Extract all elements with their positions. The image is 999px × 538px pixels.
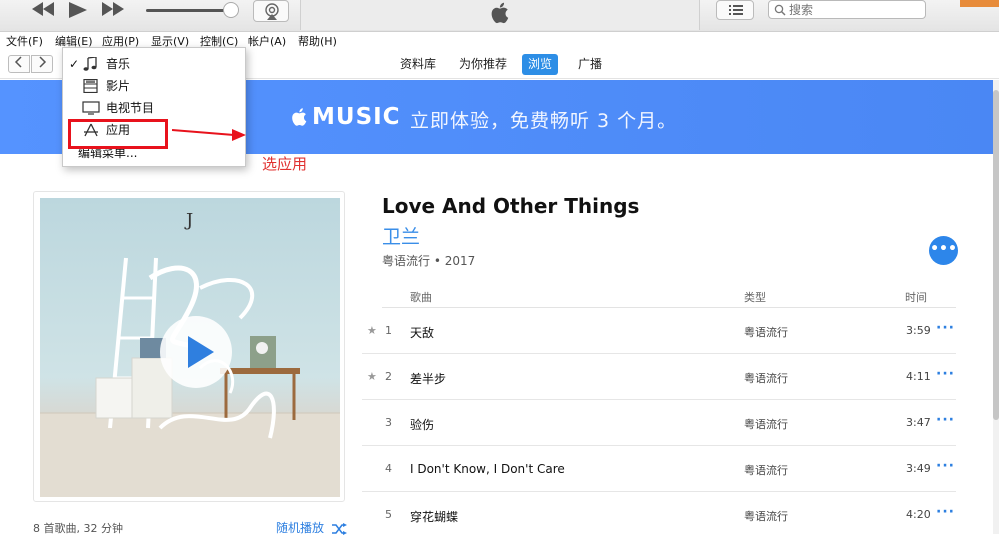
- dropdown-label-movies: 影片: [106, 79, 131, 93]
- scrollbar-thumb[interactable]: [993, 90, 999, 420]
- highlight-box: [68, 119, 168, 149]
- play-button[interactable]: [160, 316, 232, 388]
- shuffle-button[interactable]: 随机播放: [276, 519, 347, 536]
- track-genre: 粤语流行: [744, 326, 788, 339]
- album-artwork[interactable]: J: [40, 198, 340, 497]
- airplay-button[interactable]: [253, 0, 289, 22]
- menu-account[interactable]: 帐户(A): [248, 33, 286, 49]
- tab-radio[interactable]: 广播: [572, 54, 608, 75]
- star-icon[interactable]: ★: [367, 324, 377, 337]
- star-icon[interactable]: ★: [367, 370, 377, 383]
- banner-text: 立即体验，免费畅听 3 个月。: [410, 110, 678, 132]
- artist-link[interactable]: 卫兰: [382, 222, 420, 249]
- chevron-left-icon: [14, 56, 22, 68]
- track-more-icon[interactable]: ···: [936, 366, 955, 382]
- track-genre: 粤语流行: [744, 464, 788, 477]
- menu-file[interactable]: 文件(F): [6, 33, 43, 49]
- track-number: 4: [385, 462, 392, 475]
- window-control-strip[interactable]: [960, 0, 999, 7]
- apple-logo-icon: [491, 2, 509, 24]
- chevron-right-icon: [39, 56, 47, 68]
- column-genre[interactable]: 类型: [744, 289, 766, 305]
- more-options-button[interactable]: •••: [929, 236, 958, 265]
- track-genre: 粤语流行: [744, 372, 788, 385]
- tab-library[interactable]: 资料库: [394, 54, 442, 75]
- tv-icon: [82, 101, 100, 115]
- volume-knob[interactable]: [223, 2, 239, 18]
- play-icon: [188, 336, 214, 368]
- dropdown-label-tv-shows: 电视节目: [106, 101, 155, 115]
- tab-for-you[interactable]: 为你推荐: [453, 54, 513, 75]
- music-note-icon: [83, 57, 97, 71]
- back-button[interactable]: [8, 55, 30, 73]
- dropdown-label-music: 音乐: [106, 57, 131, 71]
- album-title: Love And Other Things: [382, 194, 640, 218]
- shuffle-label: 随机播放: [276, 521, 325, 535]
- track-number: 1: [385, 324, 392, 337]
- airplay-icon: [265, 3, 279, 20]
- track-time: 3:47: [906, 416, 931, 429]
- genre-year: 粤语流行 • 2017: [382, 254, 476, 268]
- search-input[interactable]: [789, 2, 919, 17]
- track-name: 验伤: [410, 418, 435, 432]
- scrollbar[interactable]: [993, 80, 999, 534]
- track-more-icon[interactable]: ···: [936, 320, 955, 336]
- track-number: 2: [385, 370, 392, 383]
- track-name: 天敌: [410, 326, 435, 340]
- track-more-icon[interactable]: ···: [936, 412, 955, 428]
- track-time: 3:49: [906, 462, 931, 475]
- shuffle-icon: [331, 522, 347, 535]
- checkmark-icon: ✓: [69, 57, 80, 71]
- table-row[interactable]: ★ 2 差半步 粤语流行 4:11 ···: [362, 354, 956, 400]
- track-more-icon[interactable]: ···: [936, 504, 955, 520]
- svg-text:J: J: [184, 210, 193, 231]
- track-genre: 粤语流行: [744, 510, 788, 523]
- apple-logo-icon: [292, 108, 307, 126]
- tab-browse[interactable]: 浏览: [522, 54, 559, 75]
- album-artwork-card[interactable]: J: [33, 191, 345, 502]
- dropdown-item-movies[interactable]: 影片: [63, 75, 245, 97]
- column-time[interactable]: 时间: [905, 289, 927, 305]
- menu-help[interactable]: 帮助(H): [298, 33, 337, 49]
- track-number: 5: [385, 508, 392, 521]
- track-number: 3: [385, 416, 392, 429]
- track-time: 3:59: [906, 324, 931, 337]
- search-icon: [774, 4, 786, 16]
- arrow-icon: [172, 129, 246, 141]
- dropdown-item-music[interactable]: ✓ 音乐: [63, 53, 245, 75]
- track-name: 差半步: [410, 372, 447, 386]
- track-genre: 粤语流行: [744, 418, 788, 431]
- track-name: 穿花蝴蝶: [410, 510, 459, 524]
- film-icon: [83, 79, 98, 93]
- track-list-header: 歌曲 类型 时间: [382, 283, 956, 308]
- list-icon: [729, 5, 743, 15]
- banner-brand: MUSIC: [312, 104, 401, 130]
- list-view-button[interactable]: [716, 0, 754, 20]
- track-time: 4:20: [906, 508, 931, 521]
- track-name: I Don't Know, I Don't Care: [410, 462, 565, 476]
- column-song[interactable]: 歌曲: [410, 289, 432, 305]
- toolbar: [0, 0, 999, 32]
- annotation-text: 选应用: [262, 155, 308, 173]
- forward-button[interactable]: [31, 55, 53, 73]
- table-row[interactable]: 5 穿花蝴蝶 粤语流行 4:20 ···: [362, 492, 956, 538]
- table-row[interactable]: 4 I Don't Know, I Don't Care 粤语流行 3:49 ·…: [362, 446, 956, 492]
- table-row[interactable]: 3 验伤 粤语流行 3:47 ···: [362, 400, 956, 446]
- media-kind-dropdown: ✓ 音乐 影片 电视节目 应用 编辑菜单...: [62, 47, 246, 167]
- fast-forward-icon[interactable]: [102, 2, 124, 19]
- track-more-icon[interactable]: ···: [936, 458, 955, 474]
- rewind-icon[interactable]: [32, 2, 54, 19]
- dropdown-item-tv-shows[interactable]: 电视节目: [63, 97, 245, 119]
- table-row[interactable]: ★ 1 天敌 粤语流行 3:59 ···: [362, 308, 956, 354]
- track-time: 4:11: [906, 370, 931, 383]
- search-box[interactable]: [768, 0, 926, 19]
- play-icon[interactable]: [69, 2, 87, 21]
